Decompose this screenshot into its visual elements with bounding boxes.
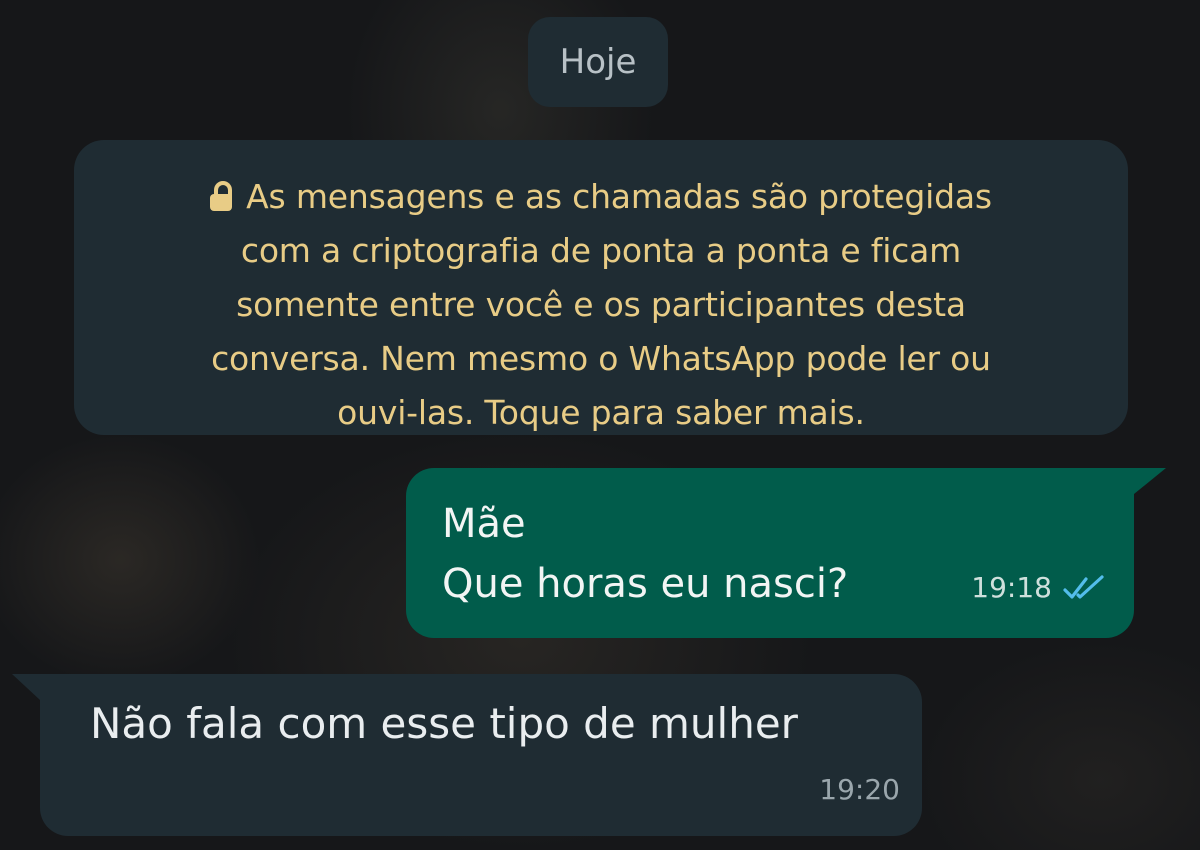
- message-meta: 19:18: [971, 558, 1106, 618]
- lock-icon: [210, 181, 233, 211]
- incoming-message-bubble[interactable]: Não fala com esse tipo de mulher 19:20: [12, 674, 922, 836]
- encryption-notice-line: As mensagens e as chamadas são protegida…: [114, 170, 1088, 224]
- date-separator-chip: Hoje: [528, 17, 668, 107]
- message-timestamp: 19:20: [819, 773, 900, 806]
- encryption-notice-text-line-1: As mensagens e as chamadas são protegida…: [246, 177, 992, 216]
- message-timestamp: 19:18: [971, 571, 1052, 604]
- date-separator-label: Hoje: [559, 42, 637, 82]
- outgoing-message-bubble[interactable]: Mãe Que horas eu nasci? 19:18: [406, 468, 1166, 638]
- encryption-notice-text-line-3: somente entre você e os participantes de…: [236, 285, 966, 324]
- message-text-line: Mãe: [442, 501, 526, 547]
- encryption-notice-text-line-4: conversa. Nem mesmo o WhatsApp pode ler …: [211, 339, 991, 378]
- encryption-notice-text-line-2: com a criptografia de ponta a ponta e fi…: [240, 231, 962, 270]
- bubble-tail: [1134, 468, 1166, 494]
- encryption-notice-text-line-5: ouvi-las. Toque para saber mais.: [337, 393, 865, 432]
- encryption-notice[interactable]: As mensagens e as chamadas são protegida…: [74, 140, 1128, 435]
- bubble-tail: [12, 674, 40, 700]
- double-check-icon: [1063, 575, 1104, 599]
- message-text-line: Não fala com esse tipo de mulher: [90, 699, 798, 748]
